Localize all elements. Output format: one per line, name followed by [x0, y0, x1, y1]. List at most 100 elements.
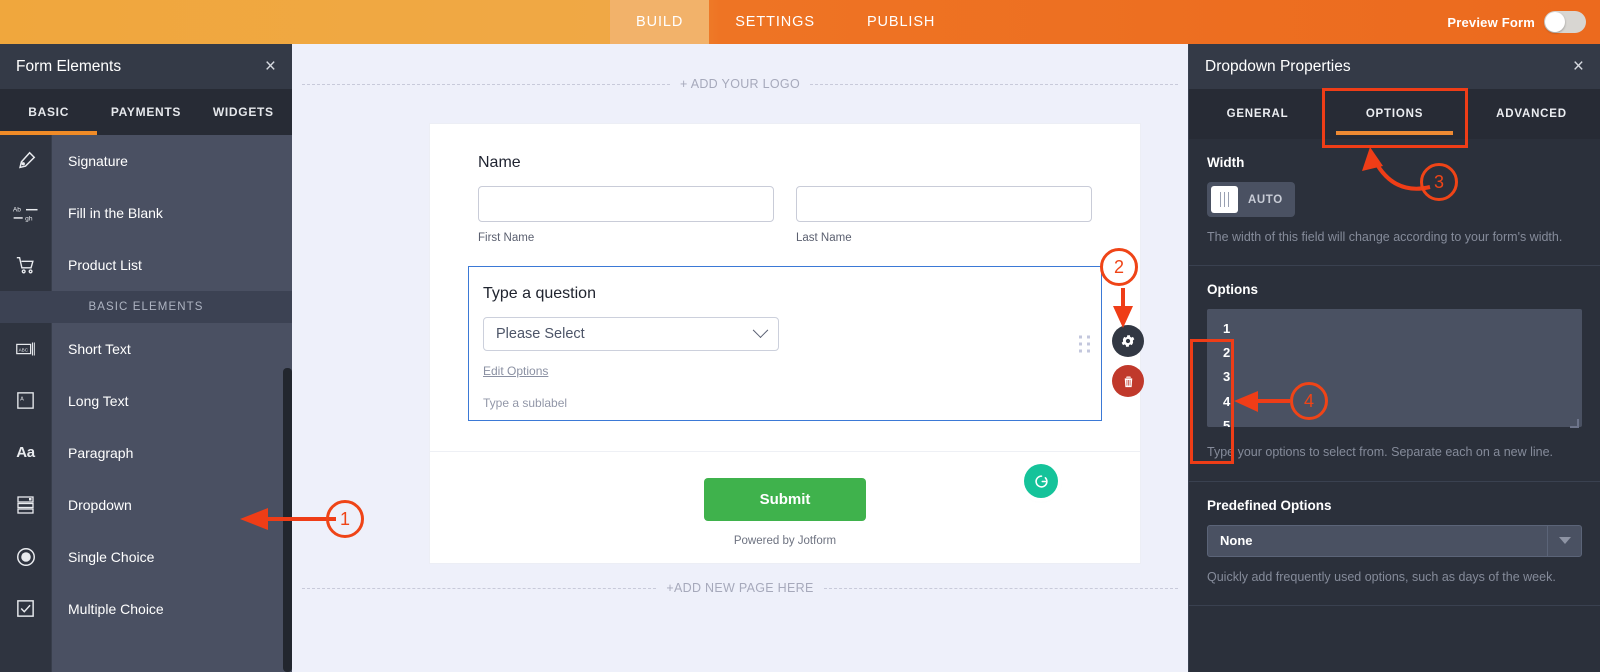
- sidebar-item-signature[interactable]: Signature: [0, 134, 292, 187]
- tab-basic[interactable]: BASIC: [0, 89, 97, 135]
- sidebar-tabs: BASIC PAYMENTS WIDGETS: [0, 89, 292, 135]
- dropdown-field-wrapper: Type a question Please Select Edit Optio…: [468, 266, 1102, 425]
- add-new-page-row[interactable]: +ADD NEW PAGE HERE: [292, 576, 1188, 600]
- preview-form-control[interactable]: Preview Form: [1447, 0, 1600, 44]
- predefined-options-select[interactable]: None: [1207, 524, 1582, 557]
- partial-icon: [0, 634, 52, 672]
- sidebar-item-label: Signature: [68, 152, 128, 169]
- preview-form-label: Preview Form: [1447, 14, 1535, 30]
- tab-general-label: GENERAL: [1226, 108, 1289, 120]
- dropdown-question-label[interactable]: Type a question: [483, 285, 1101, 303]
- svg-text:gh: gh: [25, 215, 33, 222]
- options-section: Options Type your options to select from…: [1189, 266, 1600, 482]
- first-name-sublabel: First Name: [478, 232, 535, 244]
- add-logo-label: + ADD YOUR LOGO: [680, 77, 800, 91]
- dash-line-left: [302, 83, 671, 85]
- short-text-icon: ABC: [0, 322, 52, 375]
- grammarly-icon[interactable]: [1024, 464, 1058, 498]
- add-new-page-label: +ADD NEW PAGE HERE: [666, 581, 814, 595]
- tab-publish[interactable]: PUBLISH: [841, 0, 961, 44]
- submit-button[interactable]: Submit: [703, 478, 867, 521]
- last-name-col: Last Name: [796, 186, 1092, 244]
- tab-advanced[interactable]: ADVANCED: [1463, 89, 1600, 139]
- chevron-down-icon: [1547, 525, 1581, 556]
- sidebar-item-label: Short Text: [68, 340, 131, 357]
- sidebar-item-label: Multiple Choice: [68, 600, 164, 617]
- gear-button[interactable]: [1112, 325, 1144, 357]
- last-name-input[interactable]: [796, 186, 1092, 222]
- close-icon[interactable]: ×: [265, 57, 276, 76]
- sidebar-item-dropdown[interactable]: Dropdown: [0, 478, 292, 531]
- options-textarea[interactable]: [1207, 309, 1582, 428]
- properties-header: Dropdown Properties ×: [1189, 44, 1600, 89]
- tab-advanced-label: ADVANCED: [1496, 108, 1567, 120]
- sidebar-item-long-text-body: Long Text: [52, 374, 292, 427]
- tab-settings[interactable]: SETTINGS: [709, 0, 841, 44]
- delete-button[interactable]: [1112, 365, 1144, 397]
- radio-button-icon: [0, 530, 52, 583]
- drag-handle-icon[interactable]: [1079, 335, 1090, 352]
- textarea-resize-handle[interactable]: [1570, 419, 1579, 429]
- properties-title: Dropdown Properties: [1205, 57, 1351, 75]
- dropdown-icon: [0, 478, 52, 531]
- sidebar-item-multiple-choice-body: Multiple Choice: [52, 582, 292, 635]
- tab-publish-label: PUBLISH: [866, 14, 936, 30]
- tab-payments-label: PAYMENTS: [110, 105, 182, 119]
- name-field: Name First Name Last Name: [430, 124, 1140, 244]
- first-name-input[interactable]: [478, 186, 774, 222]
- sidebar-item-label: Long Text: [68, 392, 129, 409]
- shopping-cart-icon: [0, 238, 52, 291]
- tab-widgets[interactable]: WIDGETS: [195, 89, 292, 135]
- close-icon[interactable]: ×: [1573, 57, 1584, 76]
- sidebar-item-long-text[interactable]: A Long Text: [0, 374, 292, 427]
- options-help-text: Type your options to select from. Separa…: [1207, 445, 1554, 460]
- sidebar-scrollbar[interactable]: [283, 368, 292, 672]
- fill-blank-icon: Ab gh: [0, 186, 52, 239]
- add-logo-row[interactable]: + ADD YOUR LOGO: [292, 72, 1188, 96]
- tab-build-label: BUILD: [636, 14, 684, 30]
- predefined-options-section: Predefined Options None Quickly add freq…: [1189, 482, 1600, 607]
- form-card: Name First Name Last Name Type a questio…: [429, 123, 1141, 564]
- sidebar-item-product-list[interactable]: Product List: [0, 238, 292, 291]
- preview-form-toggle[interactable]: [1544, 11, 1586, 33]
- sidebar-item-label: Fill in the Blank: [68, 204, 163, 221]
- jotform-form-builder: BUILD SETTINGS PUBLISH Preview Form Form…: [0, 0, 1600, 672]
- signature-pen-icon: [0, 134, 52, 187]
- width-auto-label: AUTO: [1248, 193, 1283, 206]
- tab-options[interactable]: OPTIONS: [1326, 89, 1463, 139]
- sidebar-item-partial[interactable]: [0, 634, 292, 672]
- topbar-left-spacer: [0, 0, 610, 44]
- long-text-icon: A: [0, 374, 52, 427]
- sidebar-item-label: Product List: [68, 256, 142, 273]
- sidebar-item-single-choice-body: Single Choice: [52, 530, 292, 583]
- top-navigation: BUILD SETTINGS PUBLISH: [610, 0, 961, 44]
- sidebar-header: Form Elements ×: [0, 44, 292, 89]
- tab-general[interactable]: GENERAL: [1189, 89, 1326, 139]
- sidebar-title: Form Elements: [16, 57, 122, 75]
- dropdown-select[interactable]: Please Select: [483, 317, 779, 351]
- tab-build[interactable]: BUILD: [610, 0, 710, 44]
- name-field-label: Name: [478, 154, 521, 171]
- properties-tabs: GENERAL OPTIONS ADVANCED: [1189, 89, 1600, 139]
- tab-options-label: OPTIONS: [1365, 108, 1424, 120]
- sidebar-item-partial-body: [52, 634, 292, 672]
- predefined-heading: Predefined Options: [1207, 497, 1332, 513]
- sidebar-item-paragraph[interactable]: Aa Paragraph: [0, 426, 292, 479]
- width-columns-icon: [1211, 186, 1238, 213]
- width-auto-button[interactable]: AUTO: [1207, 182, 1295, 217]
- tab-payments[interactable]: PAYMENTS: [97, 89, 194, 135]
- sidebar-item-short-text[interactable]: ABC Short Text: [0, 322, 292, 375]
- form-elements-sidebar: Form Elements × BASIC PAYMENTS WIDGETS S…: [0, 44, 292, 672]
- edit-options-link[interactable]: Edit Options: [483, 364, 1101, 378]
- sidebar-item-single-choice[interactable]: Single Choice: [0, 530, 292, 583]
- dropdown-sublabel[interactable]: Type a sublabel: [483, 396, 1101, 410]
- dash-line-right: [809, 83, 1178, 85]
- sidebar-item-fill-in-the-blank[interactable]: Ab gh Fill in the Blank: [0, 186, 292, 239]
- predefined-selected-value: None: [1220, 533, 1253, 549]
- dropdown-field-selected[interactable]: Type a question Please Select Edit Optio…: [468, 266, 1102, 421]
- sidebar-item-label: Paragraph: [68, 444, 134, 461]
- sidebar-item-multiple-choice[interactable]: Multiple Choice: [0, 582, 292, 635]
- last-name-sublabel: Last Name: [796, 232, 852, 244]
- paragraph-aa-icon: Aa: [0, 426, 52, 479]
- width-section: Width AUTO The width of this field will …: [1189, 139, 1600, 267]
